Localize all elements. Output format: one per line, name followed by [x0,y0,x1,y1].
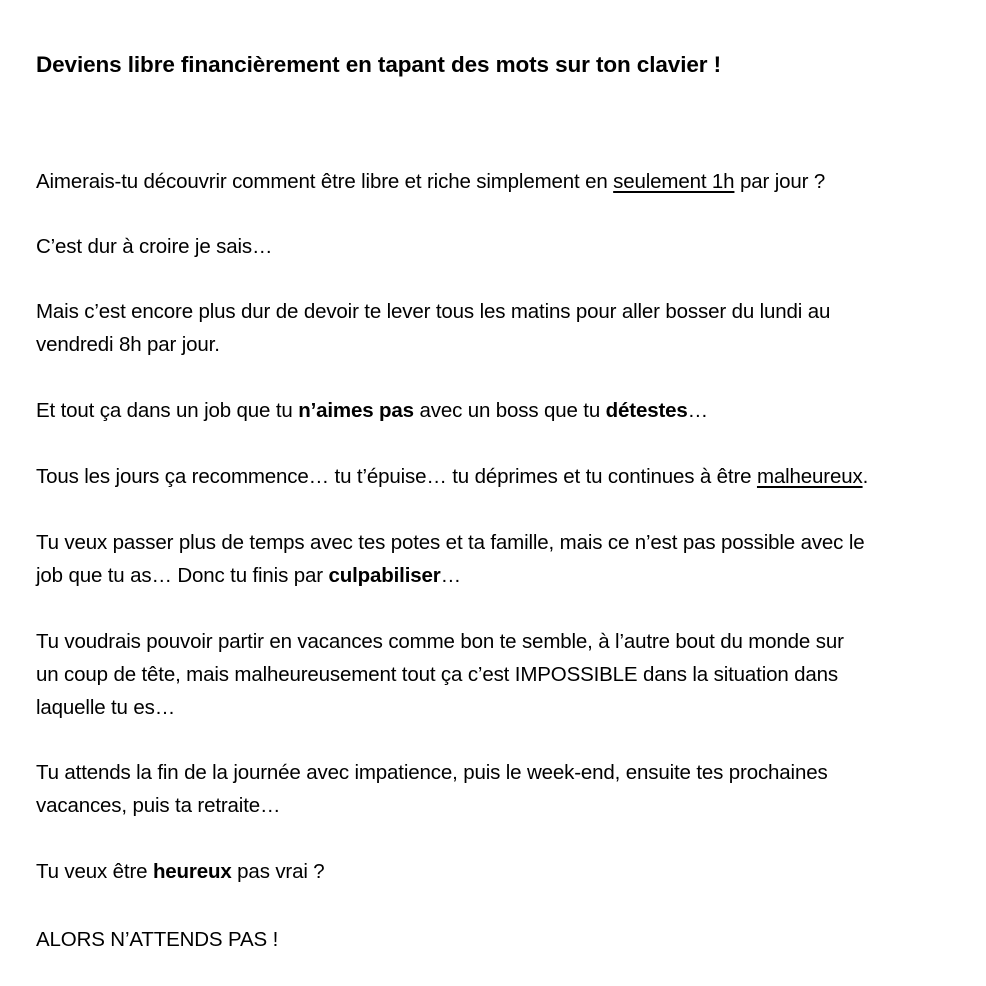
text-line: laquelle tu es… [36,696,176,719]
bold-text: détestes [605,399,688,422]
paragraph-job-boss: Et tout ça dans un job que tu n’aimes pa… [36,394,708,427]
text-run: avec un boss que tu [413,399,606,422]
text-run: … [440,564,462,587]
text-line: un coup de tête, mais malheureusement to… [36,663,839,686]
paragraph-intro: Aimerais-tu découvrir comment être libre… [36,165,825,198]
text-line: Tu attends la fin de la journée avec imp… [36,761,828,784]
text-line: Tu veux passer plus de temps avec tes po… [36,531,865,554]
text-run: Et tout ça dans un job que tu [36,399,299,422]
text-line: Mais c’est encore plus dur de devoir te … [36,300,831,323]
text-run: Aimerais-tu découvrir comment être libre… [36,170,614,193]
paragraph-everyday: Tous les jours ça recommence… tu t’épuis… [36,460,868,493]
bold-text: heureux [152,860,232,883]
text-line: Tu voudrais pouvoir partir en vacances c… [36,630,844,653]
paragraph-hard-to-believe: C’est dur à croire je sais… [36,235,273,258]
bold-text: n’aimes pas [298,399,414,422]
text-line: vacances, puis ta retraite… [36,794,281,817]
paragraph-vacations: Tu voudrais pouvoir partir en vacances c… [36,625,844,724]
text-line: vendredi 8h par jour. [36,333,220,356]
document-title: Deviens libre financièrement en tapant d… [36,52,721,77]
text-run: . [862,465,869,488]
text-run: Tous les jours ça recommence… tu t’épuis… [36,465,757,488]
bold-text: culpabiliser [328,564,441,587]
paragraph-waiting: Tu attends la fin de la journée avec imp… [36,756,828,822]
underlined-text: seulement 1h [613,170,735,193]
paragraph-call-to-action: ALORS N’ATTENDS PAS ! [36,928,279,951]
text-run: pas vrai ? [231,860,325,883]
text-run: par jour ? [734,170,826,193]
text-run: Tu veux être [36,860,153,883]
paragraph-work-week: Mais c’est encore plus dur de devoir te … [36,295,830,361]
text-run: job que tu as… Donc tu finis par [36,564,329,587]
paragraph-happy: Tu veux être heureux pas vrai ? [36,855,325,888]
underlined-text: malheureux [756,465,863,488]
paragraph-friends-family: Tu veux passer plus de temps avec tes po… [36,526,865,592]
text-run: … [687,399,709,422]
